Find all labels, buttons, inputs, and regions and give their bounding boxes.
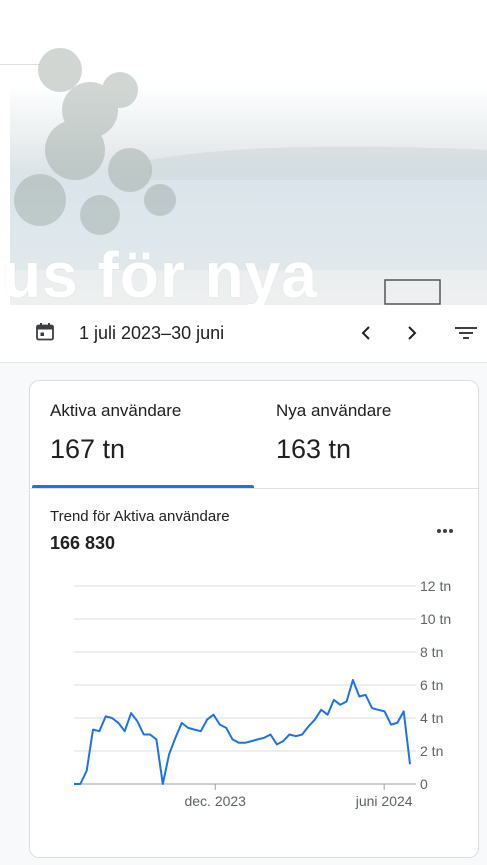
series-line [74, 679, 411, 785]
trend-line-chart: 0 2 tn 4 tn 6 tn 8 tn 10 tn 12 tn dec. 2023 juni… [74, 578, 451, 809]
y-tick-label: 6 tn [420, 677, 443, 693]
tab-value: 163 tn [276, 434, 352, 464]
tab-active-users[interactable]: Aktiva användare 167 tn [30, 381, 254, 488]
date-range-bar: 1 juli 2023–30 juni [0, 305, 487, 363]
more-options-button[interactable] [430, 521, 460, 541]
chevron-left-icon [361, 326, 370, 340]
hero-heading: us för nya [2, 239, 318, 305]
x-tick-label: dec. 2023 [184, 793, 246, 809]
tab-new-users[interactable]: Nya användare 163 tn [256, 381, 478, 488]
y-tick-label: 8 tn [420, 644, 443, 660]
trend-title: Trend för Aktiva användare [50, 508, 230, 525]
y-tick-label: 0 [420, 776, 428, 792]
previous-period-button[interactable] [352, 319, 380, 347]
y-tick-label: 10 tn [420, 611, 451, 627]
selected-tab-indicator [32, 485, 254, 488]
date-range-label[interactable]: 1 juli 2023–30 juni [79, 323, 224, 344]
trend-value: 166 830 [50, 533, 116, 553]
hero-banner: us för nya [0, 0, 487, 305]
next-period-button[interactable] [398, 319, 426, 347]
x-tick-label: juni 2024 [355, 793, 413, 809]
y-tick-label: 2 tn [420, 743, 443, 759]
y-tick-label: 12 tn [420, 578, 451, 594]
filter-button[interactable] [452, 319, 480, 347]
tab-label: Nya användare [276, 401, 392, 420]
tab-label: Aktiva användare [50, 401, 182, 420]
more-horiz-icon [437, 529, 453, 533]
y-tick-label: 4 tn [420, 710, 443, 726]
metrics-card: Aktiva användare 167 tn Nya användare 16… [29, 380, 479, 858]
filter-icon [455, 327, 477, 339]
calendar-icon[interactable] [35, 322, 55, 347]
tab-value: 167 tn [50, 434, 126, 464]
chevron-right-icon [408, 326, 417, 340]
metric-tabs: Aktiva användare 167 tn Nya användare 16… [30, 381, 478, 489]
